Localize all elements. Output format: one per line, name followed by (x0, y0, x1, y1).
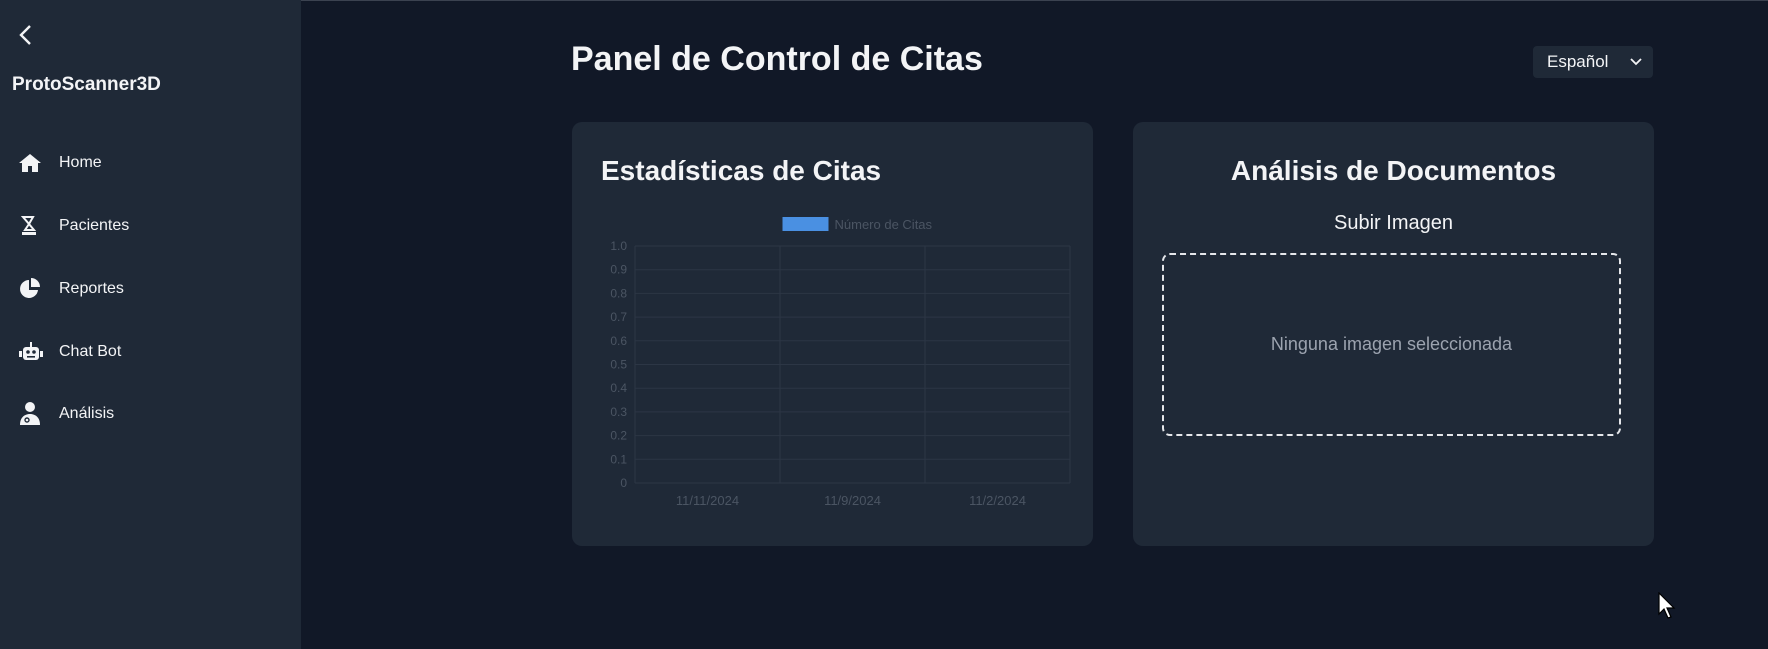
y-tick-label: 0.2 (610, 429, 627, 443)
back-button[interactable] (14, 22, 38, 48)
sidebar-item-pacientes[interactable]: Pacientes (18, 211, 278, 241)
x-tick-label: 11/2/2024 (969, 493, 1026, 508)
x-tick-label: 11/9/2024 (824, 493, 881, 508)
y-tick-label: 0.8 (610, 286, 627, 300)
robot-icon (18, 340, 46, 364)
sidebar-item-chat-bot[interactable]: Chat Bot (18, 337, 278, 367)
chevron-left-icon (19, 25, 31, 45)
sidebar-item-reportes[interactable]: Reportes (18, 274, 278, 304)
y-tick-label: 0.9 (610, 263, 627, 277)
y-tick-label: 0.4 (610, 381, 627, 395)
sidebar-item-label: Home (59, 154, 102, 171)
y-tick-label: 0.7 (610, 310, 627, 324)
appointment-bar-chart: Número de Citas 0 0.1 0.2 0.3 0.4 0.5 0.6 0.7 0.8… (610, 217, 1071, 508)
doctor-icon (18, 402, 46, 426)
sidebar: ProtoScanner3D Home Pacientes Reportes C… (0, 0, 301, 649)
legend-label: Número de Citas (835, 217, 933, 232)
sidebar-item-label: Pacientes (59, 217, 130, 234)
sidebar-item-analisis[interactable]: Análisis (18, 399, 278, 429)
image-dropzone[interactable]: Ninguna imagen seleccionada (1162, 253, 1621, 436)
brand-name: ProtoScanner3D (12, 74, 161, 95)
y-tick-label: 0.5 (610, 358, 627, 372)
sidebar-item-label: Reportes (59, 280, 124, 297)
page-title: Panel de Control de Citas (571, 40, 983, 78)
docs-card-title: Análisis de Documentos (1230, 155, 1557, 186)
legend-swatch (782, 217, 829, 231)
x-tick-label: 11/11/2024 (676, 493, 739, 508)
document-analysis-card: Análisis de Documentos Subir Imagen Ning… (1133, 122, 1654, 546)
patients-icon (18, 214, 46, 238)
chevron-down-icon (1630, 58, 1642, 66)
sidebar-item-home[interactable]: Home (18, 148, 278, 178)
pie-chart-icon (18, 277, 46, 301)
dropzone-text: Ninguna imagen seleccionada (1270, 334, 1513, 354)
sidebar-item-label: Chat Bot (59, 343, 122, 360)
y-tick-label: 1.0 (610, 239, 627, 253)
y-tick-label: 0.6 (610, 334, 627, 348)
appointment-stats-card: Estadísticas de Citas Número de Citas 0 0.… (572, 122, 1093, 546)
language-select-value: Español (1547, 52, 1609, 71)
y-tick-label: 0 (620, 476, 627, 490)
home-icon (18, 151, 46, 175)
sidebar-item-label: Análisis (59, 405, 115, 422)
y-tick-label: 0.1 (610, 452, 627, 466)
language-select[interactable]: Español (1533, 46, 1653, 78)
mouse-cursor-icon (1658, 592, 1676, 619)
upload-image-label: Subir Imagen (1334, 212, 1453, 234)
y-tick-label: 0.3 (610, 405, 627, 419)
